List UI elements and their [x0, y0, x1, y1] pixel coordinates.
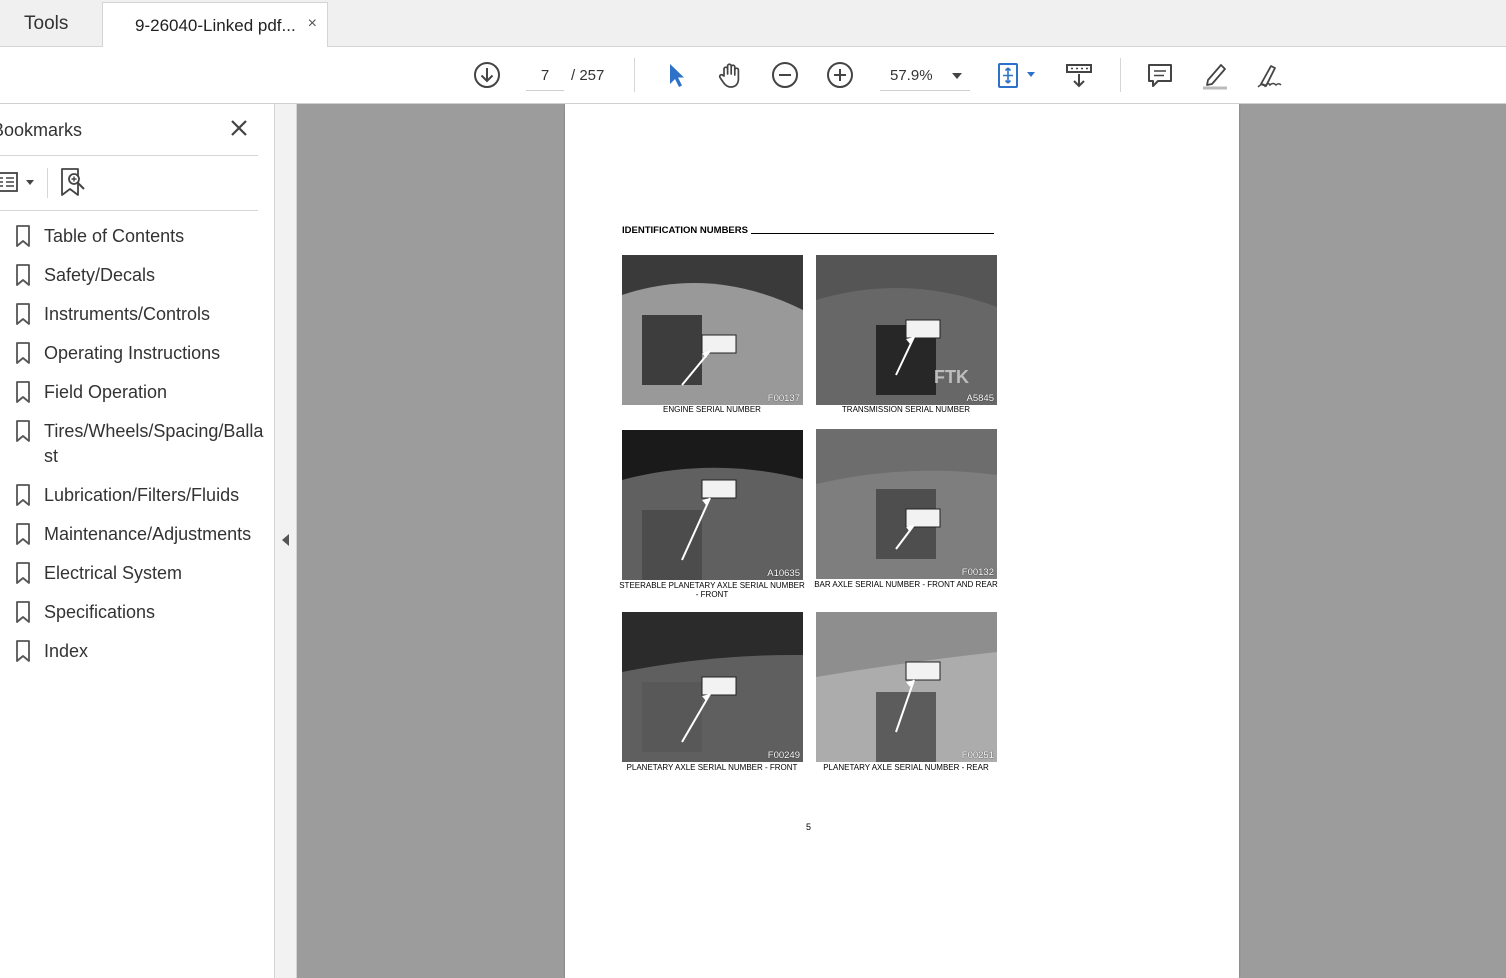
page-number-input[interactable] — [526, 61, 564, 91]
photo-caption: ENGINE SERIAL NUMBER — [663, 405, 761, 414]
zoom-out-icon[interactable] — [768, 58, 802, 92]
bookmarks-title: Bookmarks — [0, 120, 83, 140]
bookmark-label: Index — [44, 641, 89, 661]
toolbar: / 257 57.9% — [0, 47, 1506, 104]
tab-document[interactable]: 9-26040-Linked pdf... × — [102, 2, 328, 48]
photo-image — [816, 429, 997, 579]
bookmark-icon — [16, 523, 30, 545]
heading-rule — [750, 233, 994, 234]
bookmark-label: Field Operation — [44, 382, 168, 402]
sign-icon[interactable] — [1253, 58, 1287, 92]
photo-caption: PLANETARY AXLE SERIAL NUMBER - FRONT — [626, 763, 798, 772]
photo-code: F00132 — [961, 567, 994, 578]
bookmark-item[interactable]: Tires/Wheels/Spacing/Ballast — [0, 411, 274, 475]
photo-code: A10635 — [767, 568, 800, 579]
photo-caption: TRANSMISSION SERIAL NUMBER — [841, 405, 971, 414]
photo-code: F00137 — [767, 393, 800, 404]
close-icon[interactable] — [229, 118, 249, 138]
tab-bar: Tools 9-26040-Linked pdf... × — [0, 0, 1506, 48]
bookmark-icon — [16, 264, 30, 286]
bookmarks-panel: Bookmarks Table of Contents Safety/Decals… — [0, 104, 275, 978]
bookmark-icon — [16, 420, 30, 442]
download-icon[interactable] — [470, 58, 504, 92]
toolbar-divider — [634, 58, 635, 92]
highlight-icon[interactable] — [1198, 58, 1232, 92]
bookmark-label: Maintenance/Adjustments — [44, 524, 252, 544]
photo: F00137 — [622, 255, 803, 405]
zoom-in-icon[interactable] — [823, 58, 857, 92]
bookmark-item[interactable]: Electrical System — [0, 553, 274, 592]
select-arrow-icon[interactable] — [658, 58, 692, 92]
fit-page-icon[interactable] — [994, 58, 1038, 92]
divider — [47, 168, 48, 198]
close-icon[interactable]: × — [308, 15, 317, 33]
tab-document-label: 9-26040-Linked pdf... — [135, 15, 296, 35]
bookmark-label: Lubrication/Filters/Fluids — [44, 485, 240, 505]
comment-icon[interactable] — [1143, 58, 1177, 92]
chevron-down-icon — [952, 73, 962, 79]
photo-code: A5845 — [966, 393, 994, 404]
bookmark-label: Table of Contents — [44, 226, 185, 246]
bookmark-icon — [16, 562, 30, 584]
bookmark-icon — [16, 342, 30, 364]
photo-image — [816, 255, 997, 405]
bookmark-icon — [16, 640, 30, 662]
bookmark-icon — [16, 225, 30, 247]
bookmark-item[interactable]: Maintenance/Adjustments — [0, 514, 274, 553]
bookmark-item[interactable]: Instruments/Controls — [0, 294, 274, 333]
document-viewer[interactable]: IDENTIFICATION NUMBERS F00137 ENGINE SERI… — [297, 104, 1506, 978]
bookmark-item[interactable]: Field Operation — [0, 372, 274, 411]
doc-heading-text: IDENTIFICATION NUMBERS — [622, 225, 748, 236]
photo-code: F00251 — [961, 750, 994, 761]
photo-code: F00249 — [767, 750, 800, 761]
page-number: 5 — [806, 822, 812, 832]
bookmark-item[interactable]: Table of Contents — [0, 216, 274, 255]
bookmark-label: Specifications — [44, 602, 156, 622]
photo-overlay-text: FTK — [934, 367, 969, 387]
photo-caption: STEERABLE PLANETARY AXLE SERIAL NUMBER -… — [619, 581, 805, 599]
hand-icon[interactable] — [713, 58, 747, 92]
scroll-mode-icon[interactable] — [1062, 58, 1096, 92]
photo-caption: BAR AXLE SERIAL NUMBER - FRONT AND REAR — [814, 580, 998, 589]
photo-image — [622, 255, 803, 405]
photo: A5845 FTK — [816, 255, 997, 405]
bookmark-label: Safety/Decals — [44, 265, 156, 285]
bookmark-item[interactable]: Operating Instructions — [0, 333, 274, 372]
bookmark-label: Operating Instructions — [44, 343, 221, 363]
bookmark-label: Tires/Wheels/Spacing/Ballast — [44, 421, 264, 466]
bookmark-icon — [16, 303, 30, 325]
photo: F00249 — [622, 612, 803, 762]
photo-image — [816, 612, 997, 762]
bookmark-icon — [16, 381, 30, 403]
bookmark-label: Electrical System — [44, 563, 183, 583]
photo-caption: PLANETARY AXLE SERIAL NUMBER - REAR — [823, 763, 989, 772]
bookmark-icon — [16, 484, 30, 506]
bookmark-item[interactable]: Specifications — [0, 592, 274, 631]
document-page: IDENTIFICATION NUMBERS F00137 ENGINE SERI… — [565, 104, 1239, 978]
doc-heading: IDENTIFICATION NUMBERS — [622, 225, 994, 236]
bookmark-list: Table of Contents Safety/Decals Instrument… — [0, 216, 274, 670]
zoom-select[interactable]: 57.9% — [880, 61, 970, 91]
photo: A10635 — [622, 430, 803, 580]
bookmark-item[interactable]: Safety/Decals — [0, 255, 274, 294]
page-total: / 257 — [571, 67, 605, 84]
bookmark-label: Instruments/Controls — [44, 304, 211, 324]
divider — [0, 210, 258, 211]
collapse-arrow-icon[interactable] — [282, 534, 289, 546]
divider — [0, 155, 258, 156]
bookmark-item[interactable]: Index — [0, 631, 274, 670]
tab-tools[interactable]: Tools — [0, 0, 102, 47]
photo-image — [622, 430, 803, 580]
find-bookmark-icon[interactable] — [58, 166, 88, 198]
zoom-value: 57.9% — [890, 67, 933, 84]
panel-collapse-strip[interactable] — [275, 104, 297, 978]
toolbar-divider — [1120, 58, 1121, 92]
photo: F00132 — [816, 429, 997, 579]
bookmark-icon — [16, 601, 30, 623]
photo: F00251 — [816, 612, 997, 762]
bookmark-item[interactable]: Lubrication/Filters/Fluids — [0, 475, 274, 514]
photo-image — [622, 612, 803, 762]
bookmark-options-icon[interactable] — [0, 168, 40, 196]
